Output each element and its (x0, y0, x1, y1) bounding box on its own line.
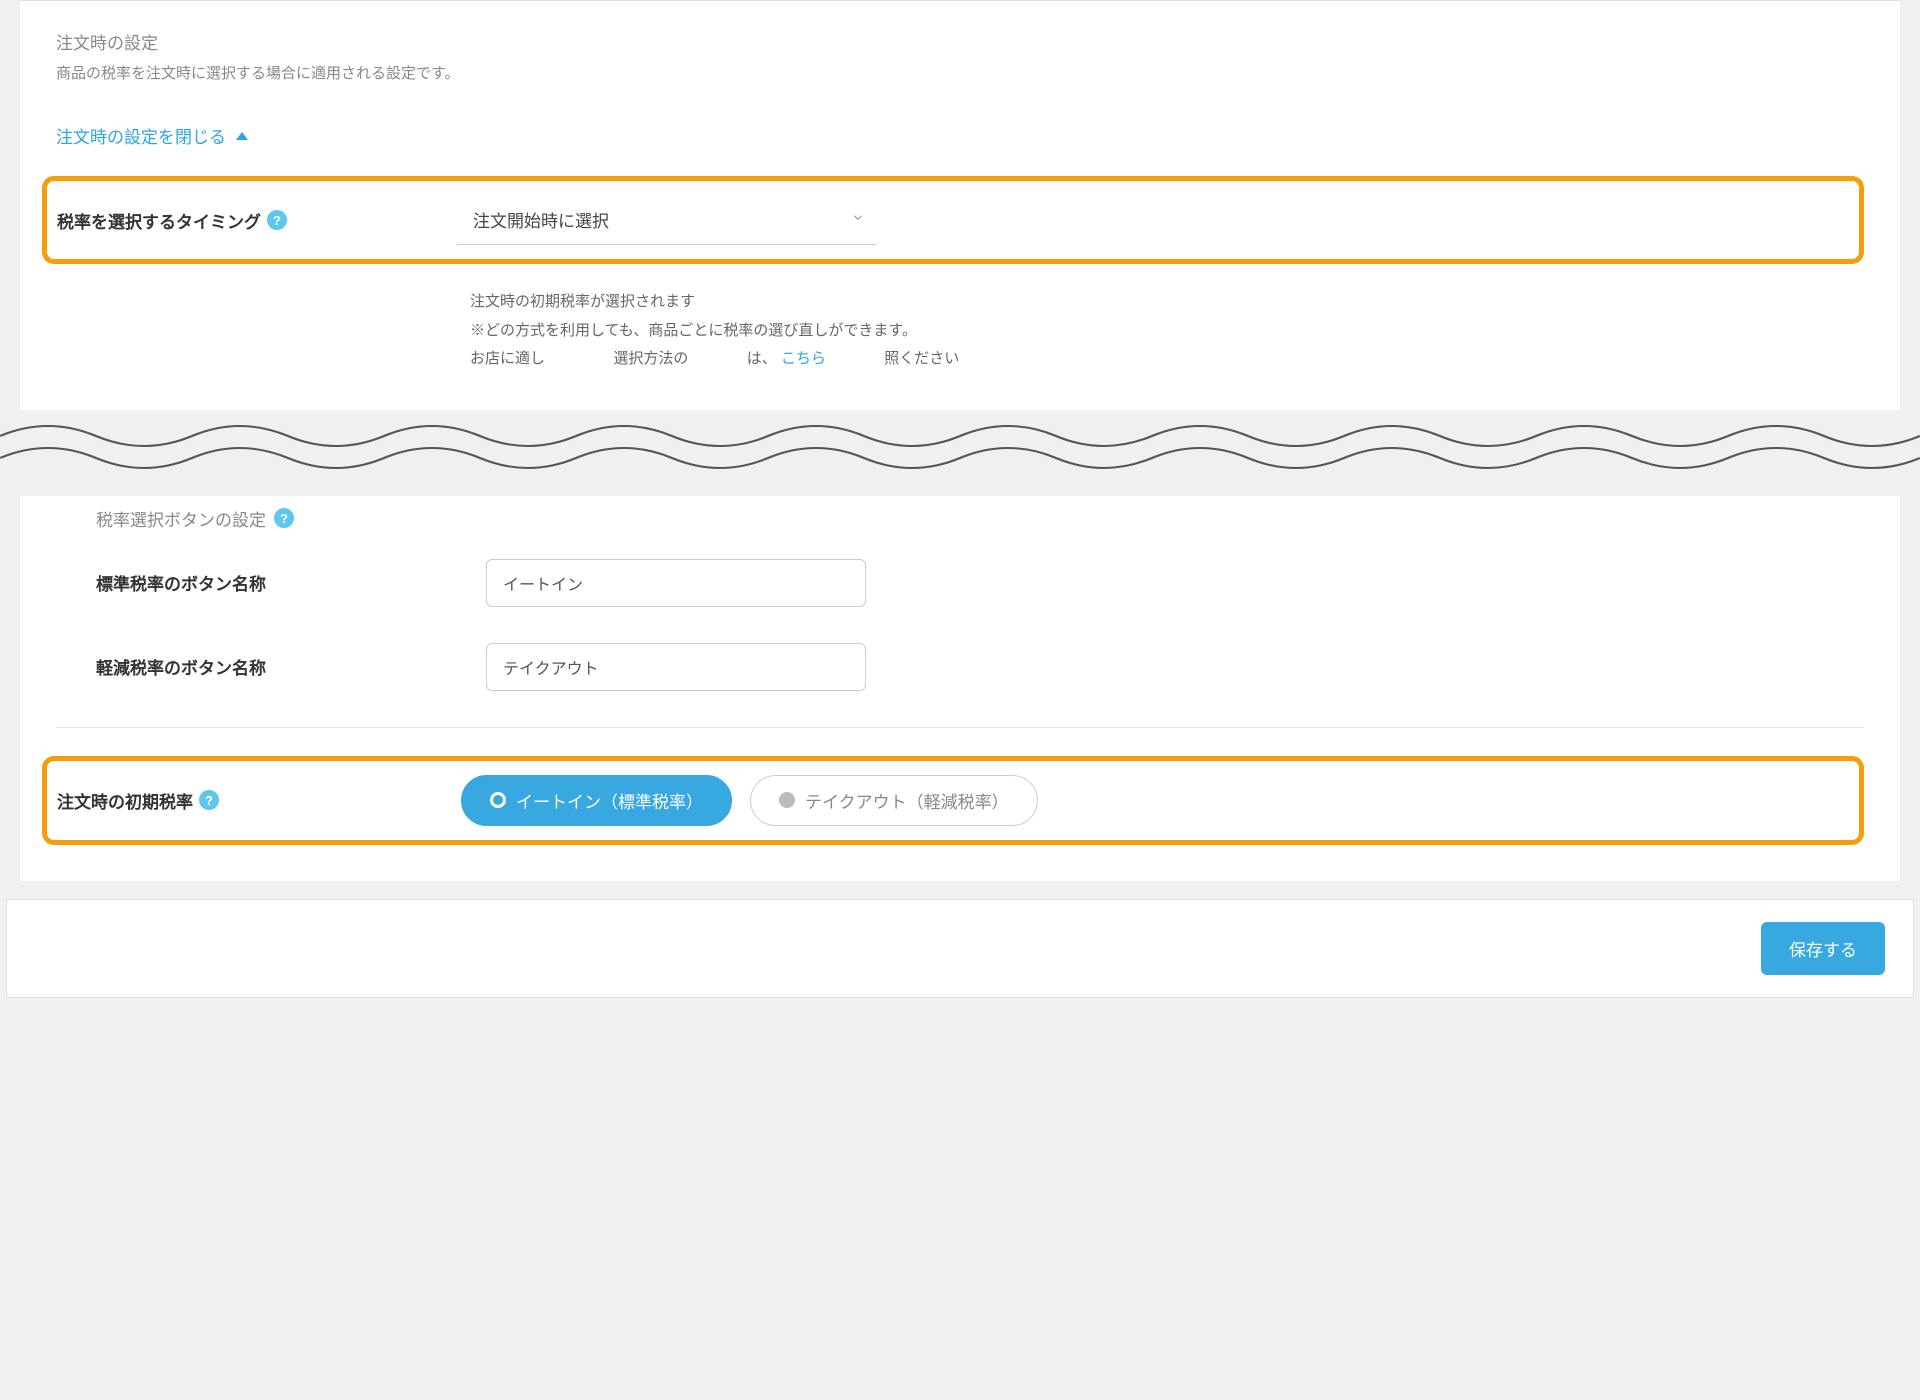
highlight-default-rate-box: 注文時の初期税率 ? イートイン（標準税率） テイクアウト（軽減税率） (42, 756, 1864, 845)
help-icon[interactable]: ? (274, 508, 294, 528)
timing-helper-text: 注文時の初期税率が選択されます ※どの方式を利用しても、商品ごとに税率の選び直し… (470, 288, 1864, 374)
section-title: 注文時の設定 (56, 29, 1864, 54)
radio-eat-in[interactable]: イートイン（標準税率） (461, 775, 732, 826)
footer-bar: 保存する (6, 899, 1914, 998)
collapse-label: 注文時の設定を閉じる (56, 123, 226, 148)
radio-indicator-icon (779, 792, 795, 808)
default-rate-radio-group: イートイン（標準税率） テイクアウト（軽減税率） (461, 775, 1849, 826)
help-icon[interactable]: ? (199, 790, 219, 810)
timing-select[interactable]: 注文開始時に選択 (457, 195, 877, 245)
highlight-timing-box: 税率を選択するタイミング ? 注文開始時に選択 (42, 176, 1864, 264)
chevron-up-icon (236, 132, 248, 140)
collapse-toggle[interactable]: 注文時の設定を閉じる (56, 123, 248, 148)
help-icon[interactable]: ? (267, 210, 287, 230)
radio-take-out[interactable]: テイクアウト（軽減税率） (750, 775, 1038, 826)
button-settings-title: 税率選択ボタンの設定 ? (96, 506, 1864, 531)
timing-select-value: 注文開始時に選択 (457, 195, 877, 245)
save-button[interactable]: 保存する (1761, 922, 1885, 975)
settings-card: 注文時の設定 商品の税率を注文時に選択する場合に適用される設定です。 注文時の設… (20, 0, 1900, 410)
reduced-rate-input[interactable] (486, 643, 866, 691)
button-settings-card: 税率選択ボタンの設定 ? 標準税率のボタン名称 軽減税率のボタン名称 注文時の初… (20, 496, 1900, 881)
reduced-rate-label: 軽減税率のボタン名称 (96, 654, 486, 679)
timing-label: 税率を選択するタイミング ? (57, 208, 437, 233)
radio-indicator-icon (490, 792, 506, 808)
default-rate-label: 注文時の初期税率 ? (57, 788, 461, 813)
divider (56, 727, 1864, 728)
section-description: 商品の税率を注文時に選択する場合に適用される設定です。 (56, 62, 1864, 83)
help-link[interactable]: こちら (781, 350, 826, 367)
standard-rate-label: 標準税率のボタン名称 (96, 570, 486, 595)
standard-rate-input[interactable] (486, 559, 866, 607)
wave-divider (0, 416, 1920, 476)
